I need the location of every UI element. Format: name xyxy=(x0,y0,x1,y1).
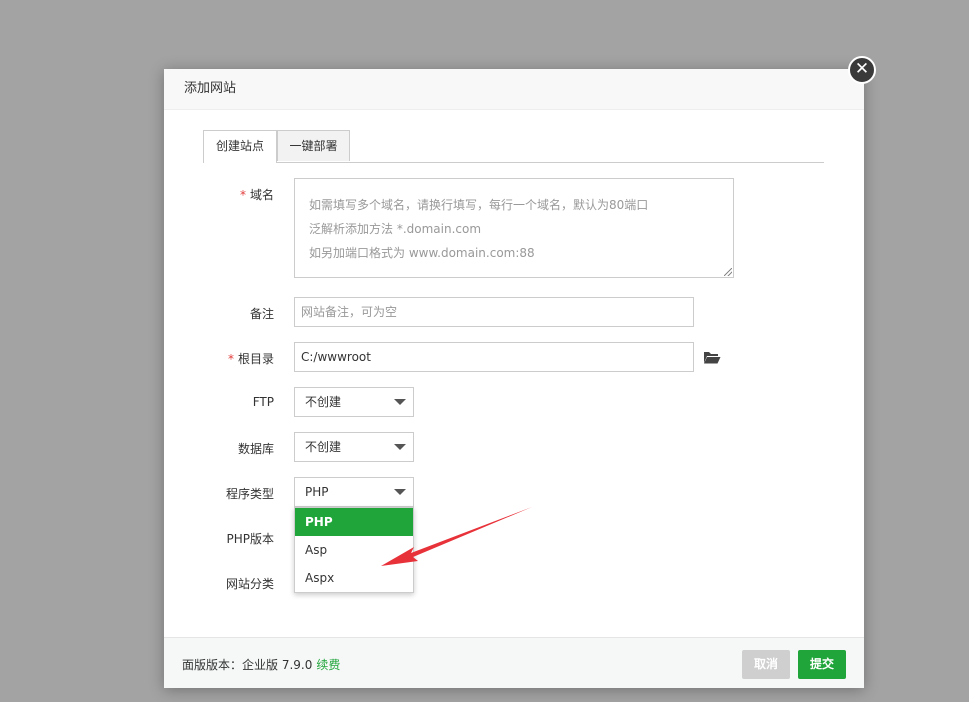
remark-label: 备注 xyxy=(249,307,274,321)
add-site-dialog: 添加网站 创建站点 一键部署 * 域名 如需填写多个域名，请换行填写，每行一个域名… xyxy=(164,69,864,688)
submit-button[interactable]: 提交 xyxy=(798,650,846,679)
program-type-label: 程序类型 xyxy=(225,487,274,501)
remark-input[interactable]: 网站备注，可为空 xyxy=(294,297,694,327)
domain-placeholder-line-3: 如另加端口格式为 www.domain.com:88 xyxy=(309,246,535,260)
root-dir-label-text: 根目录 xyxy=(237,352,274,366)
dropdown-option-php[interactable]: PHP xyxy=(295,508,413,536)
program-type-select[interactable]: PHP xyxy=(294,477,414,507)
program-type-dropdown: PHP Asp Aspx xyxy=(294,507,414,593)
version-text: 面版版本：企业版 7.9.0 xyxy=(182,658,313,672)
cancel-button[interactable]: 取消 xyxy=(742,650,790,679)
ftp-label: FTP xyxy=(252,395,274,409)
dialog-title: 添加网站 xyxy=(164,69,864,110)
php-version-label: PHP版本 xyxy=(226,532,275,546)
database-select-value: 不创建 xyxy=(305,440,342,454)
domain-placeholder-line-2: 泛解析添加方法 *.domain.com xyxy=(309,222,482,236)
tab-bar: 创建站点 一键部署 xyxy=(203,130,824,163)
ftp-select[interactable]: 不创建 xyxy=(294,387,414,417)
chevron-down-icon xyxy=(394,444,406,450)
program-type-select-value: PHP xyxy=(305,485,329,499)
renew-link[interactable]: 续费 xyxy=(316,658,340,672)
domain-textarea[interactable]: 如需填写多个域名，请换行填写，每行一个域名，默认为80端口 泛解析添加方法 *.… xyxy=(294,178,734,278)
tab-one-click-deploy[interactable]: 一键部署 xyxy=(277,130,350,161)
dialog-footer: 面版版本：企业版 7.9.0 续费 取消 提交 xyxy=(164,637,864,688)
required-mark: * xyxy=(227,352,234,366)
domain-label-text: 域名 xyxy=(249,188,274,202)
version-info: 面版版本：企业版 7.9.0 续费 xyxy=(182,656,340,673)
root-dir-label: * 根目录 xyxy=(164,350,274,367)
required-mark: * xyxy=(239,188,246,202)
tab-create-site[interactable]: 创建站点 xyxy=(203,130,277,163)
dropdown-option-aspx[interactable]: Aspx xyxy=(295,564,413,592)
folder-open-icon[interactable] xyxy=(703,350,721,364)
close-icon[interactable]: ✕ xyxy=(848,56,876,84)
domain-placeholder-line-1: 如需填写多个域名，请换行填写，每行一个域名，默认为80端口 xyxy=(309,198,649,212)
chevron-down-icon xyxy=(394,489,406,495)
site-category-label: 网站分类 xyxy=(225,577,274,591)
ftp-select-value: 不创建 xyxy=(305,395,342,409)
dropdown-option-asp[interactable]: Asp xyxy=(295,536,413,564)
database-select[interactable]: 不创建 xyxy=(294,432,414,462)
resize-handle[interactable] xyxy=(724,268,732,276)
domain-label: * 域名 xyxy=(164,186,274,203)
database-label: 数据库 xyxy=(237,442,274,456)
chevron-down-icon xyxy=(394,399,406,405)
root-dir-input[interactable]: C:/wwwroot xyxy=(294,342,694,372)
